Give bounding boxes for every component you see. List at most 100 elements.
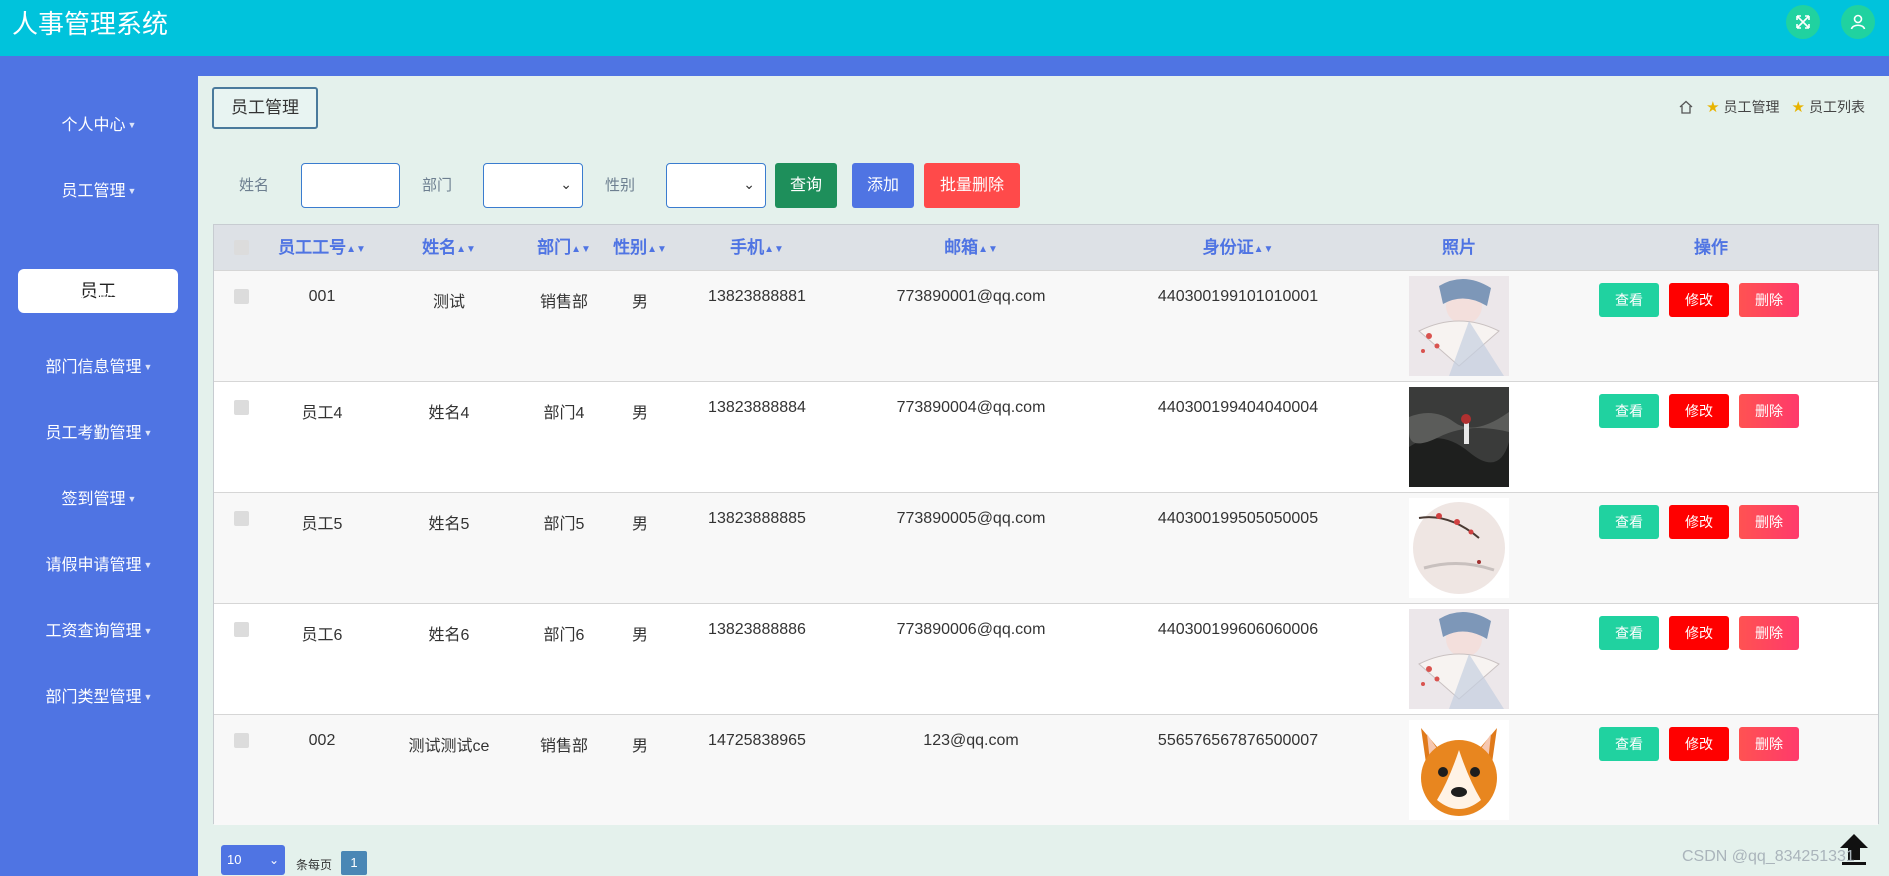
sidebar-item-dept-info[interactable]: 部门信息管理 ▼ bbox=[0, 355, 198, 380]
cell-gender: 男 bbox=[631, 294, 649, 311]
select-all-checkbox[interactable] bbox=[234, 240, 249, 255]
caret-down-icon: ▼ bbox=[143, 428, 153, 438]
caret-down-icon: ▼ bbox=[143, 296, 153, 306]
col-header-dept[interactable]: 部门▲▼ bbox=[537, 225, 591, 270]
view-button[interactable]: 查看 bbox=[1599, 727, 1659, 761]
cell-email: 773890005@qq.com bbox=[896, 510, 1046, 527]
top-bar: 人事管理系统 bbox=[0, 0, 1889, 56]
edit-button[interactable]: 修改 bbox=[1669, 394, 1729, 428]
cell-phone: 13823888885 bbox=[708, 510, 806, 527]
dept-select[interactable]: ⌄ bbox=[483, 163, 583, 208]
edit-button[interactable]: 修改 bbox=[1669, 727, 1729, 761]
cell-name: 姓名5 bbox=[428, 516, 470, 533]
view-button[interactable]: 查看 bbox=[1599, 283, 1659, 317]
view-button[interactable]: 查看 bbox=[1599, 616, 1659, 650]
cell-employee-id: 001 bbox=[308, 288, 336, 305]
sort-icon: ▲▼ bbox=[978, 244, 998, 255]
sidebar-item-label: 工资查询管理 bbox=[45, 623, 142, 640]
name-input[interactable] bbox=[301, 163, 400, 208]
sidebar-item-dept-type[interactable]: 部门类型管理 ▼ bbox=[0, 685, 198, 710]
sidebar-item-salary[interactable]: 工资查询管理 ▼ bbox=[0, 619, 198, 644]
sidebar-item-label: 请假申请管理 bbox=[45, 557, 142, 574]
table-row: 员工4 姓名4 部门4 男 13823888884 773890004@qq.com 440… bbox=[214, 381, 1878, 492]
cell-phone: 13823888881 bbox=[708, 288, 806, 305]
sidebar-item-leave[interactable]: 请假申请管理 ▼ bbox=[0, 553, 198, 578]
delete-button[interactable]: 删除 bbox=[1739, 616, 1799, 650]
sidebar-item-dept-manager[interactable]: 部门经理管理 ▼ bbox=[0, 289, 198, 314]
sidebar-item-label: 部门经理管理 bbox=[45, 293, 142, 310]
chevron-down-icon: ⌄ bbox=[560, 176, 572, 192]
employee-photo[interactable] bbox=[1409, 609, 1509, 709]
query-button[interactable]: 查询 bbox=[775, 163, 837, 208]
row-checkbox[interactable] bbox=[234, 733, 249, 748]
cell-phone: 13823888884 bbox=[708, 399, 806, 416]
fullscreen-button[interactable] bbox=[1786, 5, 1820, 39]
sort-icon: ▲▼ bbox=[1253, 244, 1274, 255]
gender-select[interactable]: ⌄ bbox=[666, 163, 766, 208]
add-button[interactable]: 添加 bbox=[852, 163, 914, 208]
cell-dept: 部门4 bbox=[543, 405, 585, 422]
col-header-email[interactable]: 邮箱▲▼ bbox=[944, 225, 998, 270]
row-checkbox[interactable] bbox=[234, 289, 249, 304]
breadcrumb-item: 员工列表 bbox=[1809, 99, 1865, 115]
user-icon bbox=[1850, 14, 1866, 30]
cell-gender: 男 bbox=[631, 738, 649, 755]
sidebar-item-label: 签到管理 bbox=[61, 491, 126, 508]
table-row: 002 测试测试ce 销售部 男 14725838965 123@qq.com 556576… bbox=[214, 714, 1878, 825]
col-header-phone[interactable]: 手机▲▼ bbox=[730, 225, 784, 270]
view-button[interactable]: 查看 bbox=[1599, 505, 1659, 539]
row-checkbox[interactable] bbox=[234, 511, 249, 526]
page-number-current[interactable]: 1 bbox=[341, 851, 367, 875]
caret-down-icon: ▼ bbox=[127, 494, 137, 504]
col-header-id[interactable]: 员工工号▲▼ bbox=[278, 225, 366, 270]
breadcrumb: ★ 员工管理 ★ 员工列表 bbox=[1678, 97, 1865, 117]
sidebar-item-label: 部门类型管理 bbox=[45, 689, 142, 706]
delete-button[interactable]: 删除 bbox=[1739, 727, 1799, 761]
batch-delete-button[interactable]: 批量删除 bbox=[924, 163, 1020, 208]
sidebar-item-attendance[interactable]: 员工考勤管理 ▼ bbox=[0, 421, 198, 446]
employee-photo[interactable] bbox=[1409, 720, 1509, 820]
delete-button[interactable]: 删除 bbox=[1739, 394, 1799, 428]
cell-employee-id: 员工4 bbox=[301, 405, 343, 422]
expand-icon bbox=[1796, 15, 1810, 29]
caret-down-icon: ▼ bbox=[127, 120, 137, 130]
cell-idcard: 440300199606060006 bbox=[1157, 621, 1319, 638]
col-header-gender[interactable]: 性别▲▼ bbox=[613, 225, 667, 270]
name-label: 姓名 bbox=[239, 177, 270, 194]
row-checkbox[interactable] bbox=[234, 622, 249, 637]
cell-employee-id: 员工6 bbox=[301, 627, 343, 644]
employee-photo[interactable] bbox=[1409, 276, 1509, 376]
chevron-down-icon: ⌄ bbox=[268, 853, 279, 867]
delete-button[interactable]: 删除 bbox=[1739, 505, 1799, 539]
sidebar-item-employee-management[interactable]: 员工管理 ▼ bbox=[0, 179, 198, 204]
cell-email: 773890001@qq.com bbox=[896, 288, 1046, 305]
gender-label: 性别 bbox=[605, 177, 636, 194]
home-icon[interactable] bbox=[1678, 99, 1694, 115]
edit-button[interactable]: 修改 bbox=[1669, 505, 1729, 539]
user-button[interactable] bbox=[1841, 5, 1875, 39]
breadcrumb-item[interactable]: 员工管理 bbox=[1724, 97, 1780, 117]
page-size-select[interactable]: 10 ⌄ bbox=[221, 845, 285, 875]
sort-icon: ▲▼ bbox=[764, 244, 784, 255]
col-header-name[interactable]: 姓名▲▼ bbox=[422, 225, 476, 270]
row-checkbox[interactable] bbox=[234, 400, 249, 415]
edit-button[interactable]: 修改 bbox=[1669, 616, 1729, 650]
cell-employee-id: 002 bbox=[308, 732, 336, 749]
edit-button[interactable]: 修改 bbox=[1669, 283, 1729, 317]
employee-photo[interactable] bbox=[1409, 498, 1509, 598]
delete-button[interactable]: 删除 bbox=[1739, 283, 1799, 317]
sidebar-item-checkin[interactable]: 签到管理 ▼ bbox=[0, 487, 198, 512]
main-content: 员工管理 ★ 员工管理 ★ 员工列表 姓名 部门 ⌄ 性别 ⌄ 查询 添加 批量… bbox=[198, 76, 1889, 876]
caret-down-icon: ▼ bbox=[127, 186, 137, 196]
sort-icon: ▲▼ bbox=[571, 244, 591, 255]
caret-down-icon: ▼ bbox=[143, 362, 153, 372]
cell-name: 测试测试ce bbox=[408, 738, 490, 755]
view-button[interactable]: 查看 bbox=[1599, 394, 1659, 428]
sidebar-item-personal-center[interactable]: 个人中心 ▼ bbox=[0, 113, 198, 138]
cell-gender: 男 bbox=[631, 627, 649, 644]
employee-table: 员工工号▲▼ 姓名▲▼ 部门▲▼ 性别▲▼ 手机▲▼ 邮箱▲▼ 身份证▲▼ 照片… bbox=[213, 224, 1879, 825]
watermark: CSDN @qq_834251331 bbox=[1682, 848, 1855, 865]
cell-name: 测试 bbox=[432, 294, 466, 311]
employee-photo[interactable] bbox=[1409, 387, 1509, 487]
col-header-idcard[interactable]: 身份证▲▼ bbox=[1203, 225, 1274, 270]
